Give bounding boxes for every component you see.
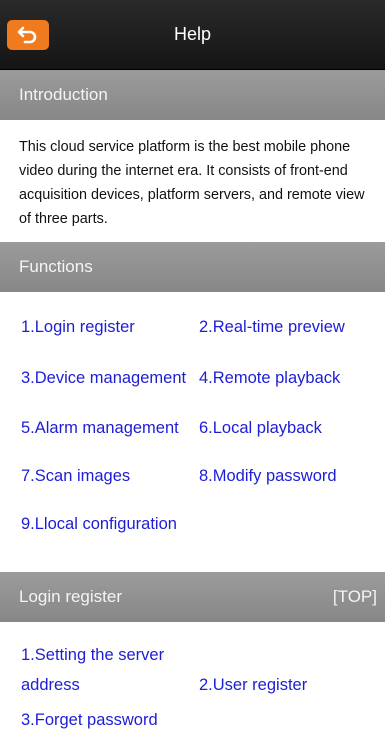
introduction-text: This cloud service platform is the best … [19,139,365,227]
link-real-time-preview[interactable]: 2.Real-time preview [199,318,345,337]
link-local-playback[interactable]: 6.Local playback [199,419,322,438]
link-device-management[interactable]: 3.Device management [21,369,186,388]
link-user-register[interactable]: 2.User register [199,676,307,695]
section-header-functions: Functions [0,242,385,292]
link-alarm-management[interactable]: 5.Alarm management [21,419,179,438]
section-title: Introduction [19,85,108,104]
link-modify-password[interactable]: 8.Modify password [199,467,337,486]
link-remote-playback[interactable]: 4.Remote playback [199,369,340,388]
section-header-introduction: Introduction [0,70,385,120]
link-login-register[interactable]: 1.Login register [21,318,135,337]
page-title: Help [173,24,212,44]
link-scan-images[interactable]: 7.Scan images [21,467,130,486]
section-header-login-register: Login register [TOP] [0,572,385,622]
header-bar: Help [0,0,385,70]
top-link[interactable]: [TOP] [333,587,377,607]
section-title: Functions [19,257,93,276]
link-local-configuration[interactable]: 9.Llocal configuration [21,515,177,534]
link-forget-password[interactable]: 3.Forget password [21,711,158,730]
link-setting-server-address[interactable]: 1.Setting the server address [21,640,191,700]
section-title: Login register [19,587,123,606]
